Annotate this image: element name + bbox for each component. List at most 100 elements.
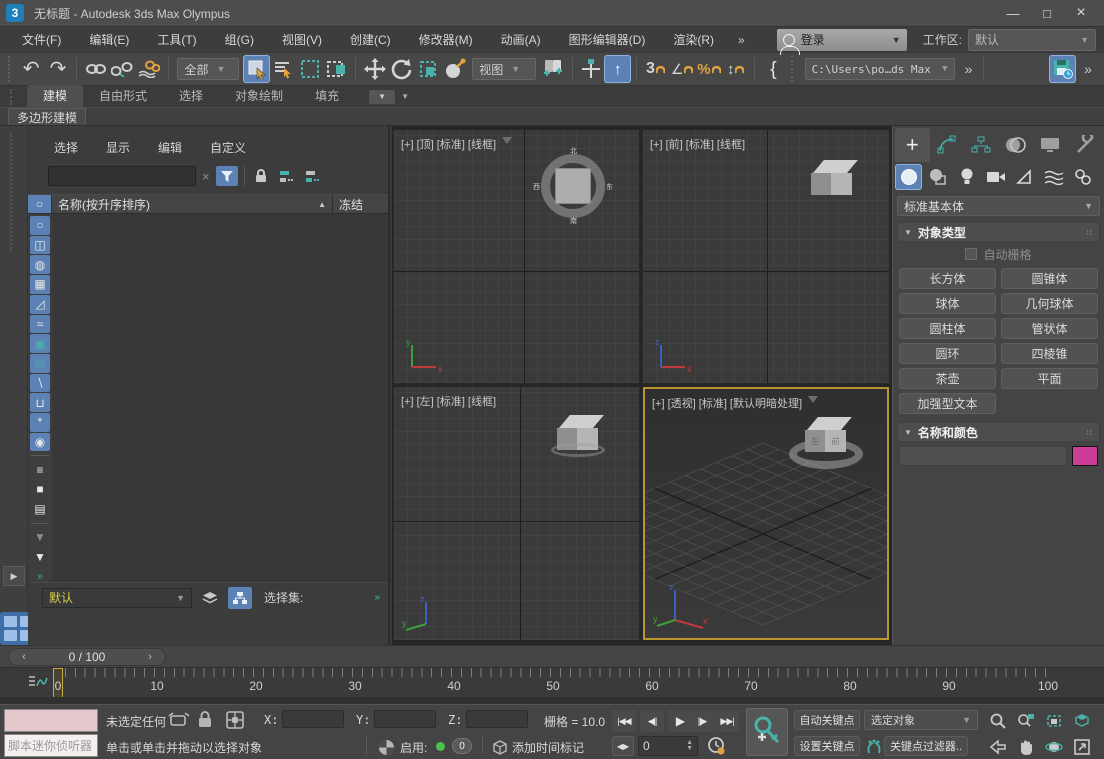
primitive-category-dropdown[interactable]: 标准基本体▼: [897, 196, 1100, 216]
viewport-filter-icon[interactable]: [502, 137, 512, 149]
auto-key-button[interactable]: 自动关键点: [794, 710, 860, 730]
view-flat-icon[interactable]: ■: [30, 480, 50, 499]
footer-overflow-chevron[interactable]: »: [374, 592, 380, 603]
menu-rendering[interactable]: 渲染(R): [659, 27, 728, 53]
zoom-region-icon[interactable]: [986, 736, 1010, 758]
previous-frame-arrow[interactable]: ‹: [9, 651, 39, 663]
category-cameras-icon[interactable]: [982, 164, 1009, 190]
display-lights-icon[interactable]: ◍: [30, 255, 50, 274]
explorer-menu-display[interactable]: 显示: [106, 139, 130, 156]
ribbon-grip[interactable]: [10, 89, 15, 105]
clear-search-icon[interactable]: ×: [202, 169, 210, 184]
menu-edit[interactable]: 编辑(E): [75, 27, 143, 53]
percent-snap-toggle[interactable]: %: [696, 55, 723, 83]
isolate-selection-icon[interactable]: [168, 712, 190, 728]
set-key-button[interactable]: 设置关键点: [794, 736, 860, 756]
frame-step-buttons[interactable]: ◀▶: [612, 736, 634, 756]
set-key-big-button[interactable]: [746, 708, 788, 756]
select-and-rotate-button[interactable]: [388, 55, 415, 83]
category-shapes-icon[interactable]: [924, 164, 951, 190]
tab-motion[interactable]: [999, 128, 1034, 162]
hierarchy-view-icon[interactable]: [228, 587, 252, 609]
torus-button[interactable]: 圆环: [899, 343, 996, 364]
viewcube[interactable]: 左 前: [789, 413, 865, 479]
selection-filter-dropdown[interactable]: 全部▼: [177, 58, 239, 80]
polygon-modeling-panel-tab[interactable]: 多边形建模: [8, 108, 86, 125]
display-geometry-icon[interactable]: ◫: [30, 236, 50, 255]
viewport-perspective[interactable]: [+] [透视] [标准] [默认明暗处理] 左 前 z x: [643, 387, 889, 640]
filter-config-icon[interactable]: ▼: [30, 528, 50, 547]
viewcube[interactable]: [811, 160, 853, 196]
explorer-menu-select[interactable]: 选择: [54, 139, 78, 156]
current-frame-field[interactable]: 0 ▲▼: [638, 736, 698, 756]
angle-snap-toggle[interactable]: ∠: [669, 55, 696, 83]
ribbon-tab-populate[interactable]: 填充: [299, 85, 355, 107]
x-coordinate-field[interactable]: [282, 710, 344, 728]
tab-hierarchy[interactable]: [964, 128, 999, 162]
next-key-button[interactable]: ||▶: [690, 710, 714, 732]
menu-tools[interactable]: 工具(T): [143, 27, 210, 53]
toolbar-overflow-chevron-2[interactable]: »: [1084, 62, 1092, 76]
sphere-button[interactable]: 球体: [899, 293, 996, 314]
display-frozen-icon[interactable]: *: [30, 413, 50, 432]
expand-tree-icon[interactable]: [277, 167, 297, 185]
object-color-swatch[interactable]: [1072, 446, 1098, 466]
textplus-button[interactable]: 加强型文本: [899, 393, 996, 414]
redo-button[interactable]: ↷: [45, 55, 72, 83]
display-containers-icon[interactable]: ⊔: [30, 393, 50, 412]
frozen-column-header[interactable]: 冻结: [333, 195, 388, 213]
ribbon-minimize-icon[interactable]: ▼: [369, 90, 395, 104]
display-hidden-icon[interactable]: ◉: [30, 433, 50, 452]
explorer-list-area[interactable]: ○ ◫ ◍ ▦ ◿ ≈ ▣ ◎ ∖ ⊔ * ◉ ≡ ■ ▤: [28, 214, 388, 582]
orbit-icon[interactable]: [1042, 736, 1066, 758]
key-mode-icon[interactable]: [862, 736, 886, 758]
zoom-all-icon[interactable]: [1014, 710, 1038, 732]
viewcube[interactable]: 北 南 东 西: [535, 148, 611, 224]
save-scene-icon[interactable]: [1049, 55, 1076, 83]
tab-modify[interactable]: [930, 128, 965, 162]
display-helpers-icon[interactable]: ◿: [30, 295, 50, 314]
adaptive-degradation-icon[interactable]: [374, 736, 398, 758]
select-and-move-button[interactable]: [361, 55, 388, 83]
rectangular-selection-region-button[interactable]: [297, 55, 324, 83]
y-coordinate-field[interactable]: [374, 710, 436, 728]
name-column-header[interactable]: 名称(按升序排序) ▲: [52, 195, 333, 213]
tab-create[interactable]: +: [895, 128, 930, 162]
menu-file[interactable]: 文件(F): [8, 27, 75, 53]
spinner-snap-toggle[interactable]: ↕: [722, 55, 749, 83]
strip-overflow-chevron[interactable]: »: [37, 571, 43, 582]
add-time-tag[interactable]: 添加时间标记: [512, 739, 584, 756]
ribbon-tab-freeform[interactable]: 自由形式: [83, 85, 163, 107]
degradation-count-badge[interactable]: 0: [452, 738, 472, 754]
display-spacewarps-icon[interactable]: ≈: [30, 315, 50, 334]
box-button[interactable]: 长方体: [899, 268, 996, 289]
geosphere-button[interactable]: 几何球体: [1001, 293, 1098, 314]
select-and-scale-button[interactable]: [415, 55, 442, 83]
view-list-icon[interactable]: ≡: [30, 460, 50, 479]
menu-views[interactable]: 视图(V): [268, 27, 336, 53]
filter-icon[interactable]: ▼: [30, 547, 50, 566]
z-coordinate-field[interactable]: [466, 710, 528, 728]
zoom-extents-icon[interactable]: [1042, 710, 1066, 732]
display-column-header[interactable]: ○: [28, 195, 52, 213]
go-to-end-button[interactable]: ▶▶|: [715, 710, 739, 732]
time-configuration-icon[interactable]: [704, 735, 728, 757]
name-color-rollout-header[interactable]: ▼ 名称和颜色 ∷: [897, 422, 1100, 442]
display-bones-icon[interactable]: ∖: [30, 374, 50, 393]
flyout-arrow-button[interactable]: ▶: [3, 566, 25, 586]
display-none-icon[interactable]: ○: [30, 216, 50, 235]
project-folder-dropdown[interactable]: C:\Users\po…ds Max 2024▼: [805, 58, 955, 80]
maximize-viewport-toggle[interactable]: [1070, 736, 1094, 758]
viewport-front[interactable]: [+] [前] [标准] [线框] zx: [643, 130, 889, 383]
menu-graph-editors[interactable]: 图形编辑器(D): [555, 27, 660, 53]
cone-button[interactable]: 圆锥体: [1001, 268, 1098, 289]
select-object-button[interactable]: [243, 55, 270, 83]
viewport-top[interactable]: [+] [顶] [标准] [线框] 北 南 东 西 yx: [394, 130, 639, 383]
window-crossing-toggle[interactable]: [324, 55, 351, 83]
category-helpers-icon[interactable]: [1011, 164, 1038, 190]
explorer-menu-customize[interactable]: 自定义: [210, 139, 246, 156]
minimize-button[interactable]: —: [996, 1, 1030, 25]
category-spacewarps-icon[interactable]: [1040, 164, 1067, 190]
explorer-search-input[interactable]: [48, 166, 196, 186]
ribbon-tab-modeling[interactable]: 建模: [27, 85, 83, 107]
